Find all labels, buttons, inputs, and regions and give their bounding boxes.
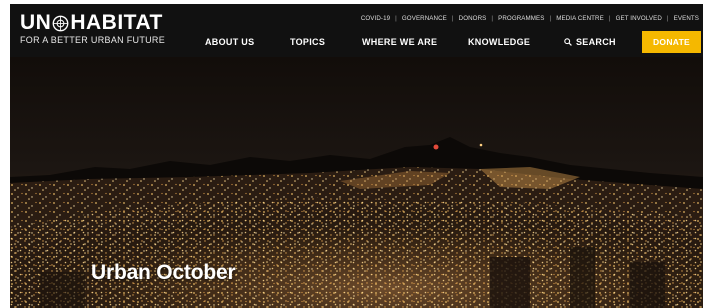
divider: | <box>395 15 397 22</box>
un-emblem-icon <box>52 15 69 31</box>
utility-link-governance[interactable]: GOVERNANCE <box>402 15 447 22</box>
search-label: SEARCH <box>576 37 616 47</box>
logo-un-text: UN <box>20 11 52 34</box>
nav-topics[interactable]: TOPICS <box>290 37 325 47</box>
utility-link-get-involved[interactable]: GET INVOLVED <box>616 15 662 22</box>
main-nav: ABOUT US TOPICS WHERE WE ARE KNOWLEDGE S… <box>10 34 703 54</box>
utility-link-donors[interactable]: DONORS <box>459 15 487 22</box>
site-header: UN HABITAT FOR A BETTER URBAN FUTURE COV… <box>10 4 703 57</box>
divider: | <box>608 15 611 22</box>
utility-link-media-centre[interactable]: MEDIA CENTRE <box>556 15 604 22</box>
search-icon <box>564 38 572 46</box>
page-frame: UN HABITAT FOR A BETTER URBAN FUTURE COV… <box>10 4 703 308</box>
logo-habitat-text: HABITAT <box>70 11 163 34</box>
divider: | <box>451 15 454 22</box>
utility-link-covid[interactable]: COVID-19 <box>361 15 390 22</box>
nav-where-we-are[interactable]: WHERE WE ARE <box>362 37 437 47</box>
divider: | <box>491 15 494 22</box>
utility-nav: COVID-19 | GOVERNANCE | DONORS | PROGRAM… <box>361 15 699 22</box>
utility-link-programmes[interactable]: PROGRAMMES <box>498 15 544 22</box>
divider: | <box>549 15 552 22</box>
utility-link-events[interactable]: EVENTS <box>674 15 699 22</box>
divider: | <box>666 15 669 22</box>
donate-button[interactable]: DONATE <box>642 31 701 53</box>
nav-about-us[interactable]: ABOUT US <box>205 37 254 47</box>
hero-banner: Urban October <box>10 57 703 308</box>
nav-knowledge[interactable]: KNOWLEDGE <box>468 37 530 47</box>
logo-wordmark: UN HABITAT <box>20 11 165 34</box>
search-button[interactable]: SEARCH <box>564 37 616 47</box>
hero-title: Urban October <box>91 261 236 284</box>
